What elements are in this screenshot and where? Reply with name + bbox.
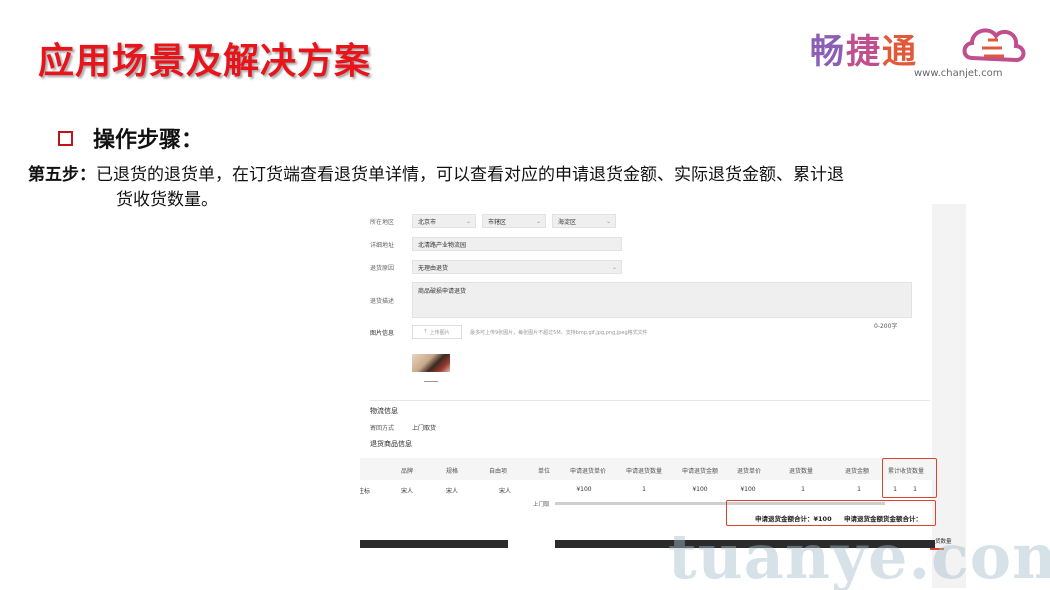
goods-section-title: 退货商品信息 — [370, 440, 412, 448]
logo-char-3: 通 — [882, 32, 918, 72]
region-row: 所在地区 北京市 ⌄ 市辖区 ⌄ 海淀区 ⌄ — [370, 214, 616, 228]
address-label: 详细地址 — [370, 241, 395, 249]
checkbox-bullet-icon — [58, 130, 73, 146]
chevron-down-icon: ⌄ — [465, 218, 471, 225]
step-heading: 操作步骤： — [58, 122, 203, 154]
address-value: 北清路产业物流园 — [418, 241, 467, 249]
description-row: 退货描述 商品破损申请退货 — [370, 282, 912, 318]
upload-button-label: 上传图片 — [429, 329, 450, 336]
region-label: 所在地区 — [370, 218, 395, 226]
cum-qty-highlight — [882, 458, 937, 498]
logo-wordmark: 畅捷通 — [810, 24, 918, 73]
reason-value: 无理由退货 — [418, 264, 449, 272]
image-label: 图片信息 — [370, 329, 395, 337]
cloud-icon — [962, 28, 1026, 63]
step-text-line1: 已退货的退货单，在订货端查看退货单详情，可以查看对应的申请退货金额、实际退货金额… — [96, 165, 844, 185]
upload-image-button[interactable]: ⤒ 上传图片 — [412, 325, 462, 339]
th-return-price: 退货单价 — [736, 468, 762, 475]
th-brand: 品牌 — [400, 468, 414, 475]
step-label: 第五步： — [28, 165, 96, 185]
description-value: 商品破损申请退货 — [418, 288, 467, 295]
district-value: 海淀区 — [558, 218, 577, 226]
td-first: 注标 — [360, 488, 371, 495]
description-label: 退货描述 — [370, 298, 395, 305]
uploaded-thumbnail[interactable] — [412, 354, 450, 372]
td-brand: 宋人 — [400, 488, 414, 495]
th-unit: 单位 — [537, 468, 551, 475]
chevron-down-icon: ⌄ — [605, 218, 611, 225]
chevron-down-icon: ⌄ — [535, 218, 541, 225]
th-free: 自由项 — [488, 468, 508, 475]
td-return-qty: 1 — [801, 486, 805, 493]
watermark: tuanye.com — [668, 520, 1050, 590]
address-row: 详细地址 北清路产业物流园 — [370, 237, 622, 251]
td-apply-price: ¥100 — [576, 486, 592, 493]
td-free: 宋人 — [498, 488, 512, 495]
return-method-value: 上门取货 — [412, 425, 437, 432]
return-method-label: 寄回方式 — [370, 425, 395, 432]
td-spec: 宋人 — [445, 488, 459, 495]
city-select[interactable]: 市辖区 ⌄ — [482, 214, 546, 228]
reason-row: 退货原因 无理由退货 ⌄ — [370, 260, 622, 274]
stray-pickup-label: 上门取 — [533, 502, 550, 508]
td-apply-qty: 1 — [642, 486, 646, 493]
logo-url: www.chanjet.com — [914, 68, 1003, 79]
slide-title: 应用场景及解决方案 — [38, 41, 372, 82]
footer-bar-left — [360, 540, 508, 548]
upload-icon: ⤒ — [424, 329, 427, 335]
char-count: 0-200字 — [874, 323, 898, 330]
td-apply-amount: ¥100 — [692, 486, 708, 493]
td-return-price: ¥100 — [740, 486, 756, 493]
td-return-amount: 1 — [857, 486, 861, 493]
reason-select[interactable]: 无理由退货 ⌄ — [412, 260, 622, 274]
upload-hint: 最多可上传9张图片，每张图片不超过5M，支持bmp,gif,jpg,png,jp… — [470, 329, 648, 336]
chevron-down-icon: ⌄ — [611, 264, 617, 271]
th-apply-amount: 申请退货金额 — [681, 468, 719, 475]
province-select[interactable]: 北京市 ⌄ — [412, 214, 476, 228]
province-value: 北京市 — [418, 218, 437, 226]
th-apply-price: 申请退货单价 — [569, 468, 607, 475]
th-return-qty: 退货数量 — [788, 468, 814, 475]
logo-char-1: 畅 — [810, 32, 846, 72]
city-value: 市辖区 — [488, 218, 507, 226]
chanjet-logo: 畅捷通 www.chanjet.com — [810, 18, 1030, 88]
logo-char-2: 捷 — [846, 32, 882, 72]
th-return-amount: 退货金额 — [844, 468, 870, 475]
th-spec: 规格 — [445, 468, 459, 475]
image-row: 图片信息 ⤒ 上传图片 最多可上传9张图片，每张图片不超过5M，支持bmp,gif… — [370, 325, 648, 339]
address-input[interactable]: 北清路产业物流园 — [412, 237, 622, 251]
step-heading-text: 操作步骤： — [93, 128, 204, 153]
th-apply-qty: 申请退货数量 — [625, 468, 663, 475]
reason-label: 退货原因 — [370, 264, 395, 272]
logistics-section-title: 物流信息 — [370, 407, 398, 415]
description-textarea[interactable]: 商品破损申请退货 — [412, 282, 912, 318]
district-select[interactable]: 海淀区 ⌄ — [552, 214, 616, 228]
section-divider — [370, 400, 930, 401]
thumbnail-divider — [424, 381, 438, 382]
